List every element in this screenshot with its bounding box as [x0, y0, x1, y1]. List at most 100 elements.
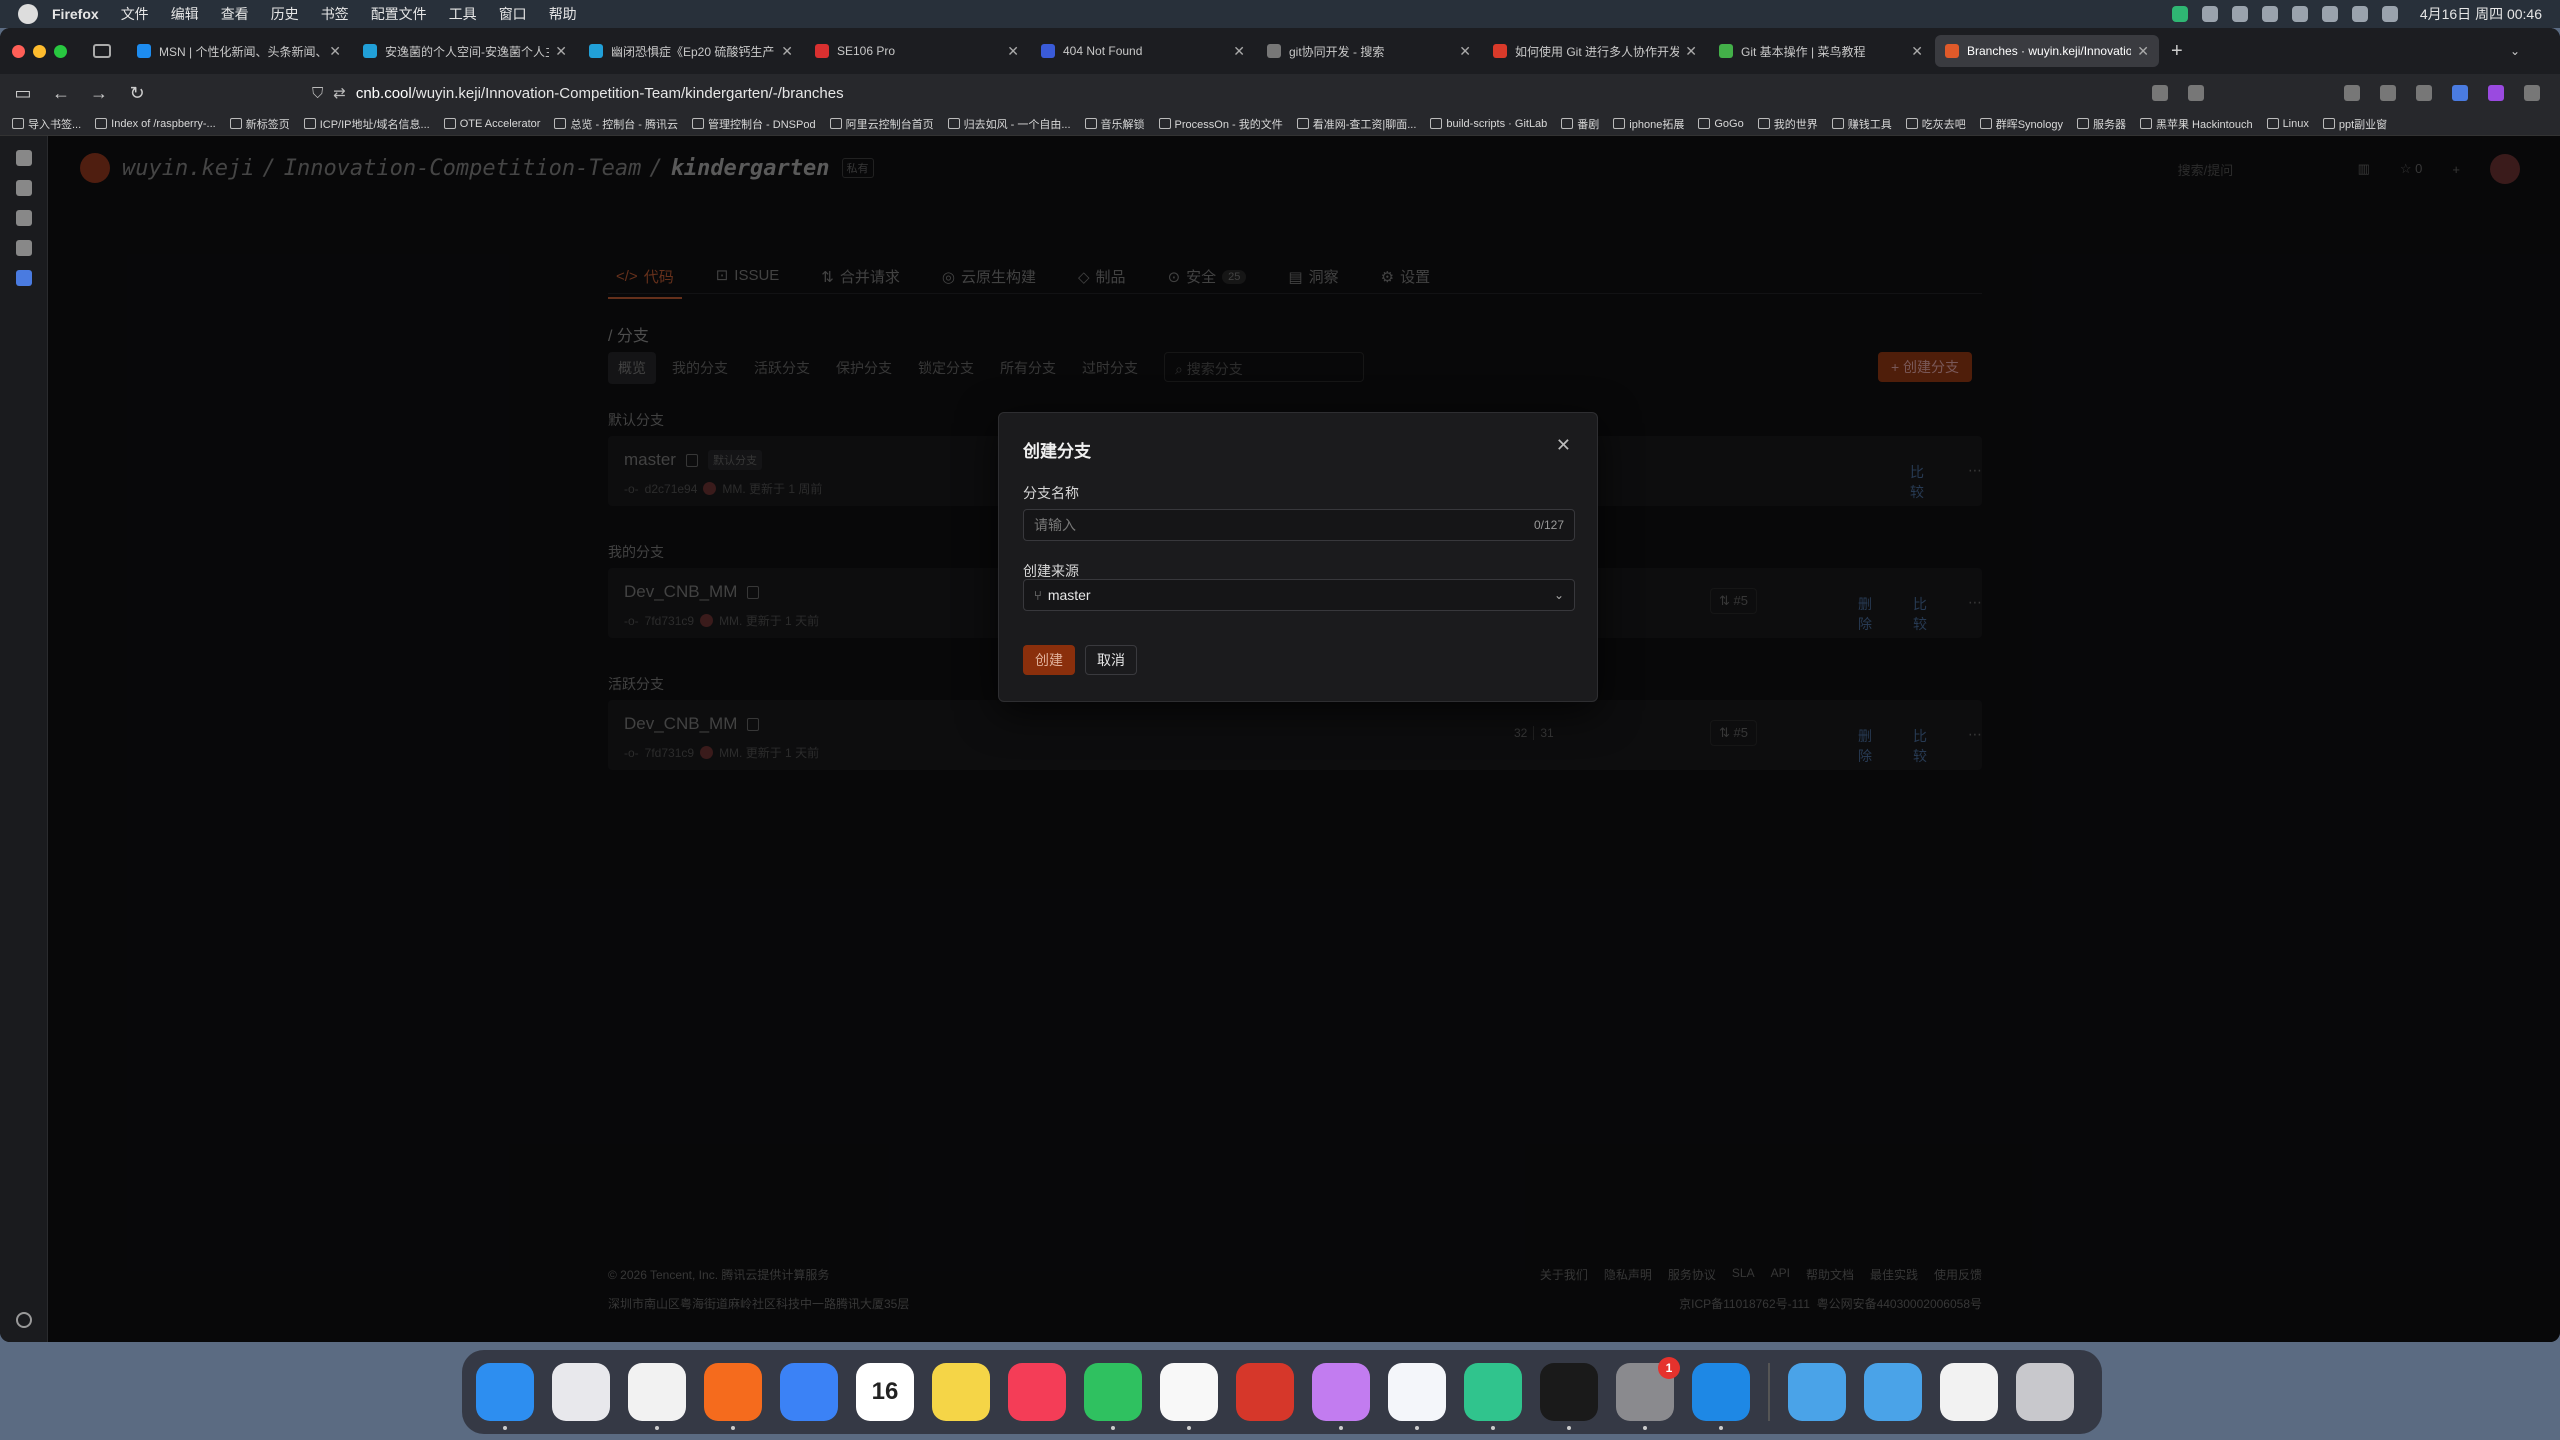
close-icon[interactable]: ✕: [1556, 435, 1571, 456]
bookmark-star-icon[interactable]: [2188, 85, 2204, 101]
close-tab-icon[interactable]: ✕: [1911, 43, 1923, 60]
close-tab-icon[interactable]: ✕: [2137, 43, 2149, 60]
dock-app-icon[interactable]: [1236, 1363, 1294, 1421]
bookmark-item[interactable]: 新标签页: [229, 116, 290, 132]
bookmark-item[interactable]: 群晖Synology: [1979, 116, 2063, 132]
bookmark-item[interactable]: 我的世界: [1757, 116, 1818, 132]
downloads-icon[interactable]: [2344, 85, 2360, 101]
dock-app-icon[interactable]: [1464, 1363, 1522, 1430]
bookmark-item[interactable]: 番剧: [1561, 116, 1599, 132]
bookmark-item[interactable]: ICP/IP地址/域名信息...: [303, 116, 430, 132]
extensions-icon[interactable]: [2416, 85, 2432, 101]
menu-item[interactable]: 帮助: [549, 4, 577, 24]
sidebar-toggle-icon[interactable]: ▭: [8, 80, 38, 106]
tab-list-chevron-icon[interactable]: ⌄: [2510, 44, 2520, 58]
dock-app-icon[interactable]: [932, 1363, 990, 1421]
branch-name-input[interactable]: [1034, 517, 1534, 533]
dock-app-icon[interactable]: 16: [856, 1363, 914, 1421]
tab-manager-icon[interactable]: [93, 44, 111, 58]
translate-icon[interactable]: [2152, 85, 2168, 101]
bookmark-item[interactable]: 黑苹果 Hackintouch: [2139, 116, 2253, 132]
spotlight-icon[interactable]: [2351, 6, 2368, 22]
source-select[interactable]: ⑂ master ⌄: [1023, 579, 1575, 611]
browser-tab[interactable]: SE106 Pro ✕: [805, 35, 1029, 67]
menubar-clock[interactable]: 4月16日 周四 00:46: [2420, 4, 2542, 24]
reload-button[interactable]: ↻: [122, 80, 152, 106]
bookmark-item[interactable]: Index of /raspberry-...: [95, 118, 216, 130]
reading-list-icon[interactable]: [16, 180, 32, 196]
dock-app-icon[interactable]: [1692, 1363, 1750, 1430]
apple-icon[interactable]: [18, 4, 38, 24]
minimize-window-button[interactable]: [33, 44, 46, 58]
dock-app-icon[interactable]: [476, 1363, 534, 1430]
cancel-button[interactable]: 取消: [1085, 645, 1137, 675]
browser-tab[interactable]: Git 基本操作 | 菜鸟教程 ✕: [1709, 35, 1933, 67]
menu-item[interactable]: 书签: [321, 4, 349, 24]
create-button[interactable]: 创建: [1023, 645, 1075, 675]
dock-app-icon[interactable]: [780, 1363, 838, 1421]
dock-app-icon[interactable]: 1: [1616, 1357, 1680, 1430]
bookmark-item[interactable]: 导入书签...: [12, 116, 81, 132]
back-button[interactable]: ←: [46, 80, 76, 106]
menu-item[interactable]: 编辑: [171, 4, 199, 24]
browser-tab[interactable]: 幽闭恐惧症《Ep20 硫酸钙生产 ✕: [579, 35, 803, 67]
bookmark-item[interactable]: 总览 - 控制台 - 腾讯云: [554, 116, 678, 132]
menu-app-name[interactable]: Firefox: [52, 6, 99, 22]
gear-icon[interactable]: [16, 1312, 32, 1328]
chevron-down-icon[interactable]: ⌄: [1554, 588, 1564, 602]
bookmark-item[interactable]: ppt副业窗: [2322, 116, 2387, 132]
dock-app-icon[interactable]: [1864, 1363, 1922, 1421]
address-bar[interactable]: ⛉ ⇄ cnb.cool/wuyin.keji/Innovation-Compe…: [302, 78, 2140, 108]
dock-app-icon[interactable]: [1084, 1363, 1142, 1430]
url-text[interactable]: cnb.cool/wuyin.keji/Innovation-Competiti…: [356, 85, 844, 102]
menu-item[interactable]: 配置文件: [371, 4, 427, 24]
bookmark-item[interactable]: 音乐解锁: [1084, 116, 1145, 132]
bookmarks-icon[interactable]: [16, 240, 32, 256]
browser-tab[interactable]: 404 Not Found ✕: [1031, 35, 1255, 67]
dock-app-icon[interactable]: [1540, 1363, 1598, 1430]
close-tab-icon[interactable]: ✕: [1685, 43, 1697, 60]
bookmark-item[interactable]: 管理控制台 - DNSPod: [692, 116, 816, 132]
browser-tab[interactable]: 如何使用 Git 进行多人协作开发 ✕: [1483, 35, 1707, 67]
close-tab-icon[interactable]: ✕: [555, 43, 567, 60]
dock-app-icon[interactable]: [704, 1363, 762, 1430]
bookmark-item[interactable]: 赚钱工具: [1831, 116, 1892, 132]
shield-icon[interactable]: ⛉: [312, 85, 323, 102]
browser-tab[interactable]: MSN | 个性化新闻、头条新闻、实 ✕: [127, 35, 351, 67]
menu-item[interactable]: 窗口: [499, 4, 527, 24]
modal-overlay[interactable]: [48, 136, 2560, 1342]
bookmark-item[interactable]: 吃灰去吧: [1905, 116, 1966, 132]
bookmark-item[interactable]: iphone拓展: [1613, 116, 1684, 132]
close-tab-icon[interactable]: ✕: [781, 43, 793, 60]
extension-icon[interactable]: [2452, 85, 2468, 101]
extension-icon[interactable]: [2488, 85, 2504, 101]
status-icon[interactable]: [2201, 6, 2218, 22]
extension-icon[interactable]: [2380, 85, 2396, 101]
bluetooth-icon[interactable]: [2321, 6, 2338, 22]
bookmark-item[interactable]: Linux: [2266, 118, 2309, 130]
status-app-icon[interactable]: [2171, 6, 2188, 22]
ai-chat-icon[interactable]: [16, 150, 32, 166]
menu-item[interactable]: 历史: [271, 4, 299, 24]
close-tab-icon[interactable]: ✕: [1007, 43, 1019, 60]
bookmark-item[interactable]: GoGo: [1698, 118, 1744, 130]
dock-app-icon[interactable]: [1788, 1363, 1846, 1421]
dock-app-icon[interactable]: [552, 1363, 610, 1421]
new-tab-button[interactable]: +: [2171, 40, 2183, 63]
status-icon[interactable]: [2231, 6, 2248, 22]
extension-sidebar-icon[interactable]: [16, 270, 32, 286]
zoom-window-button[interactable]: [54, 44, 67, 58]
menu-item[interactable]: 查看: [221, 4, 249, 24]
menu-icon[interactable]: [2524, 85, 2540, 101]
dock-app-icon[interactable]: [2016, 1363, 2074, 1421]
bookmark-item[interactable]: 阿里云控制台首页: [829, 116, 934, 132]
site-info-icon[interactable]: ⇄: [333, 84, 346, 102]
close-tab-icon[interactable]: ✕: [329, 43, 341, 60]
dock-app-icon[interactable]: [1008, 1363, 1066, 1421]
browser-tab[interactable]: Branches · wuyin.keji/Innovation ✕: [1935, 35, 2159, 67]
bookmark-item[interactable]: build-scripts · GitLab: [1430, 118, 1547, 130]
browser-tab[interactable]: git协同开发 - 搜索 ✕: [1257, 35, 1481, 67]
history-icon[interactable]: [16, 210, 32, 226]
dock-app-icon[interactable]: [1312, 1363, 1370, 1430]
bookmark-item[interactable]: 看准网-查工资|聊面...: [1296, 116, 1416, 132]
